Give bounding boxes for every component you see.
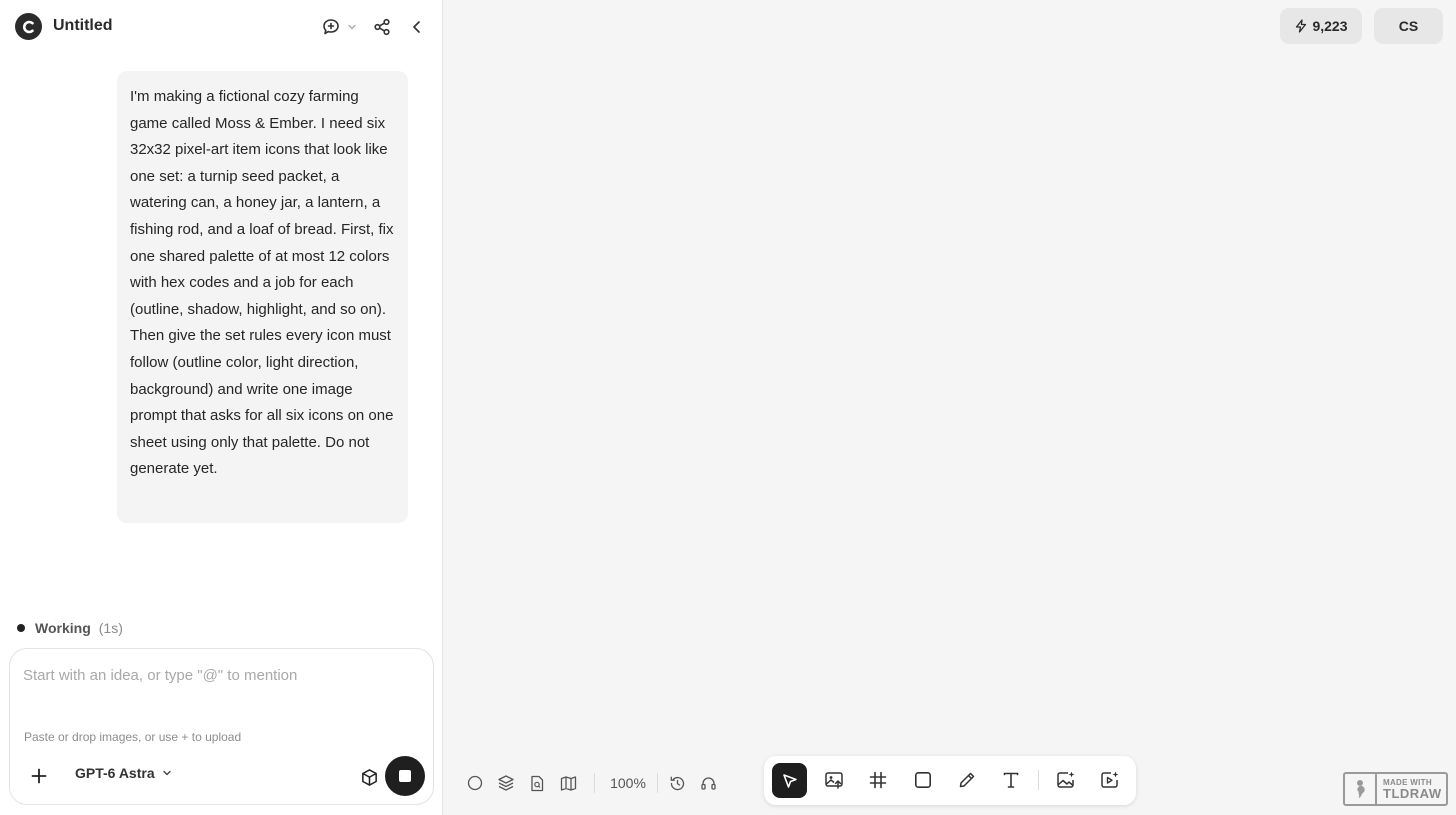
drawing-toolbar bbox=[764, 756, 1136, 805]
user-message-text: I'm making a fictional cozy farming game… bbox=[130, 88, 394, 478]
status-label: Working bbox=[35, 620, 91, 636]
chat-panel: Untitled I'm making a fictional cozy far… bbox=[0, 0, 443, 815]
cube-icon[interactable] bbox=[357, 765, 381, 789]
credits-badge[interactable]: 9,223 bbox=[1280, 8, 1362, 44]
pencil-icon[interactable] bbox=[955, 768, 979, 792]
page-title[interactable]: Untitled bbox=[53, 17, 113, 35]
avatar[interactable]: CS bbox=[1374, 8, 1443, 44]
select-tool-button[interactable] bbox=[772, 763, 807, 798]
panel-header: Untitled bbox=[0, 0, 443, 54]
zoom-level[interactable]: 100% bbox=[604, 773, 652, 793]
share-icon[interactable] bbox=[370, 15, 394, 39]
made-with-tldraw-badge[interactable]: MADE WITH TLDRAW bbox=[1343, 772, 1448, 806]
divider bbox=[594, 773, 595, 793]
image-upload-icon[interactable] bbox=[822, 768, 846, 792]
model-selector[interactable]: GPT-6 Astra bbox=[75, 765, 172, 781]
add-attachment-button[interactable] bbox=[27, 764, 51, 788]
chevron-down-icon[interactable] bbox=[341, 15, 363, 39]
status-dot-icon bbox=[17, 624, 25, 632]
chevron-left-icon[interactable] bbox=[405, 15, 429, 39]
circle-icon[interactable] bbox=[465, 773, 485, 793]
lightning-icon bbox=[1296, 19, 1307, 33]
frame-hash-icon[interactable] bbox=[866, 768, 890, 792]
divider bbox=[657, 773, 658, 793]
user-message-bubble: I'm making a fictional cozy farming game… bbox=[117, 71, 408, 523]
text-icon[interactable] bbox=[999, 768, 1023, 792]
ai-video-icon[interactable] bbox=[1098, 768, 1122, 792]
select-arrow-icon bbox=[782, 773, 797, 788]
layers-icon[interactable] bbox=[496, 773, 516, 793]
composer: Paste or drop images, or use + to upload… bbox=[9, 648, 434, 805]
rectangle-icon[interactable] bbox=[911, 768, 935, 792]
credits-count: 9,223 bbox=[1312, 18, 1348, 34]
map-icon[interactable] bbox=[558, 773, 578, 793]
divider bbox=[1038, 770, 1039, 790]
status-time: (1s) bbox=[98, 620, 123, 636]
prompt-input[interactable] bbox=[23, 663, 419, 687]
plus-icon bbox=[31, 768, 47, 784]
watermark-line2: TLDRAW bbox=[1383, 785, 1442, 801]
tldraw-logo-icon bbox=[1345, 774, 1377, 804]
stop-icon bbox=[399, 770, 411, 782]
file-search-icon[interactable] bbox=[527, 773, 547, 793]
headset-icon[interactable] bbox=[698, 773, 718, 793]
model-name: GPT-6 Astra bbox=[75, 765, 155, 781]
upload-hint: Paste or drop images, or use + to upload bbox=[24, 730, 242, 744]
ai-image-icon[interactable] bbox=[1054, 768, 1078, 792]
chevron-down-icon bbox=[162, 770, 171, 776]
stop-button[interactable] bbox=[385, 756, 425, 796]
history-icon[interactable] bbox=[667, 773, 687, 793]
working-status: Working (1s) bbox=[17, 620, 123, 636]
comment-plus-icon[interactable] bbox=[319, 15, 343, 39]
c-logo-icon[interactable] bbox=[15, 13, 42, 40]
